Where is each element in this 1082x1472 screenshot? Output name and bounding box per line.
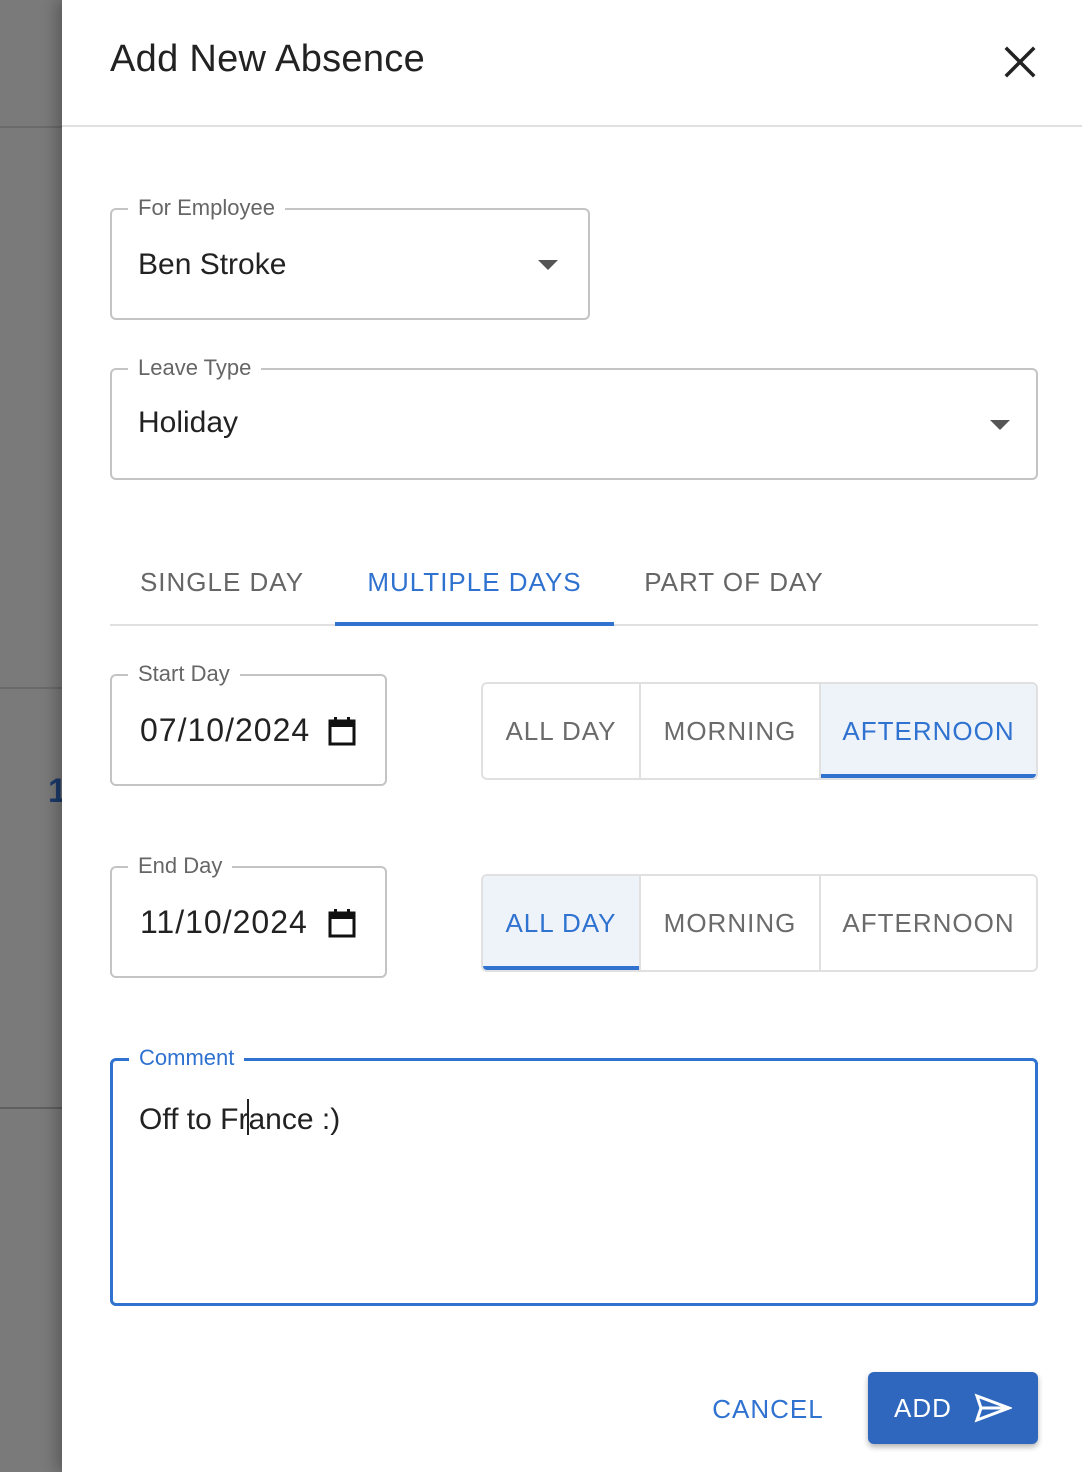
start-afternoon-toggle[interactable]: AFTERNOON — [821, 684, 1036, 778]
comment-textarea[interactable]: Comment Off to France :) — [110, 1046, 1038, 1306]
tab-part-of-day[interactable]: PART OF DAY — [624, 540, 844, 624]
start-day-value: 07/10/2024 — [140, 712, 311, 748]
tab-multiple-days[interactable]: MULTIPLE DAYS — [335, 540, 614, 626]
end-day-input[interactable]: End Day 11/10/2024 — [110, 854, 387, 978]
end-day-value: 11/10/2024 — [140, 904, 308, 940]
leave-type-label: Leave Type — [128, 356, 262, 380]
page-backdrop[interactable]: 1 — [0, 0, 62, 1472]
calendar-icon[interactable] — [328, 908, 356, 938]
comment-label: Comment — [129, 1046, 245, 1070]
employee-select[interactable]: For Employee Ben Stroke — [110, 196, 590, 320]
end-morning-toggle[interactable]: MORNING — [641, 876, 821, 970]
comment-text-after-cursor: ance :) — [248, 1103, 341, 1136]
end-day-period-toggle: ALL DAY MORNING AFTERNOON — [481, 874, 1038, 972]
comment-value: Off to France :) — [139, 1099, 340, 1137]
employee-label: For Employee — [128, 196, 285, 220]
backdrop-divider — [0, 126, 62, 128]
comment-text-before-cursor: Off to Fr — [139, 1103, 249, 1136]
end-all-day-toggle[interactable]: ALL DAY — [483, 876, 641, 970]
start-day-period-toggle: ALL DAY MORNING AFTERNOON — [481, 682, 1038, 780]
close-icon — [1004, 46, 1036, 78]
dialog-header: Add New Absence — [62, 0, 1082, 127]
backdrop-divider — [0, 1107, 62, 1109]
duration-tabs: SINGLE DAY MULTIPLE DAYS PART OF DAY — [110, 540, 1038, 626]
calendar-icon[interactable] — [328, 716, 356, 746]
backdrop-text: 1 — [48, 772, 62, 810]
add-absence-drawer: Add New Absence For Employee Ben Stroke … — [62, 0, 1082, 1472]
leave-type-select[interactable]: Leave Type Holiday — [110, 356, 1038, 480]
tab-single-day[interactable]: SINGLE DAY — [110, 540, 334, 624]
add-button[interactable]: ADD — [868, 1372, 1038, 1444]
start-day-input[interactable]: Start Day 07/10/2024 — [110, 662, 387, 786]
backdrop-divider — [0, 687, 62, 689]
chevron-down-icon — [538, 260, 558, 270]
end-afternoon-toggle[interactable]: AFTERNOON — [821, 876, 1036, 970]
employee-value: Ben Stroke — [138, 248, 287, 281]
start-morning-toggle[interactable]: MORNING — [641, 684, 821, 778]
cancel-button[interactable]: CANCEL — [698, 1376, 838, 1442]
add-button-label: ADD — [894, 1392, 952, 1423]
start-day-label: Start Day — [128, 662, 240, 686]
send-icon — [974, 1393, 1012, 1423]
start-all-day-toggle[interactable]: ALL DAY — [483, 684, 641, 778]
end-day-label: End Day — [128, 854, 233, 878]
chevron-down-icon — [990, 420, 1010, 430]
close-button[interactable] — [1002, 44, 1038, 80]
leave-type-value: Holiday — [138, 406, 239, 439]
dialog-title: Add New Absence — [110, 38, 426, 80]
